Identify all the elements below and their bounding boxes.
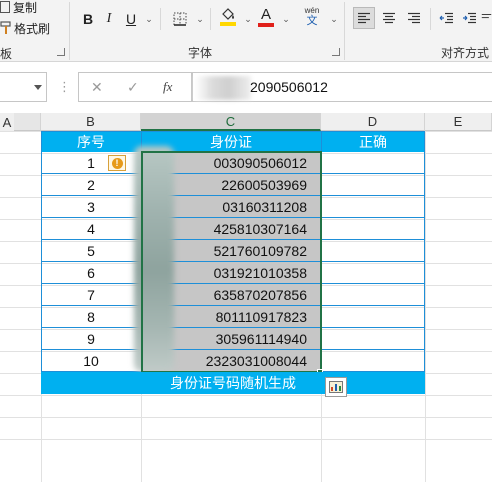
- copy-icon: [0, 1, 10, 13]
- fill-color-button[interactable]: [218, 6, 238, 28]
- font-color-dropdown-icon[interactable]: ⌄: [281, 8, 291, 30]
- phonetic-dropdown-icon[interactable]: ⌄: [329, 8, 339, 30]
- correct-cell[interactable]: [321, 284, 425, 306]
- formula-bar: ⋮ ✕ ✓ fx 2090506012: [0, 70, 492, 106]
- seq-cell[interactable]: 2: [41, 174, 141, 196]
- fill-dropdown-icon[interactable]: ⌄: [243, 8, 253, 30]
- ribbon-separator: [210, 8, 211, 30]
- formula-redacted-region: [195, 76, 251, 100]
- border-dropdown-icon[interactable]: ⌄: [195, 8, 205, 30]
- phonetic-icon: 文: [306, 15, 318, 27]
- correct-cell[interactable]: [321, 174, 425, 196]
- correct-cell[interactable]: [321, 328, 425, 350]
- align-center-icon: [383, 12, 395, 24]
- ribbon-separator: [160, 8, 161, 30]
- phonetic-button[interactable]: wén 文: [300, 6, 324, 28]
- formula-buttons: ✕ ✓ fx: [78, 72, 192, 102]
- column-header-e[interactable]: E: [425, 113, 492, 131]
- italic-button[interactable]: I: [100, 8, 118, 30]
- wrap-text-button[interactable]: [481, 7, 492, 29]
- font-color-swatch: [258, 22, 274, 27]
- seq-cell[interactable]: 9: [41, 328, 141, 350]
- font-launcher-icon[interactable]: [332, 48, 340, 56]
- format-painter-button[interactable]: 格式刷: [0, 17, 56, 39]
- font-group-label: 字体: [188, 46, 213, 60]
- font-color-icon: A: [260, 5, 271, 23]
- underline-dropdown-icon[interactable]: ⌄: [144, 8, 154, 30]
- fill-color-swatch: [220, 22, 236, 26]
- seq-cell[interactable]: 4: [41, 218, 141, 240]
- decrease-indent-icon: [439, 12, 453, 24]
- correct-cell[interactable]: [321, 306, 425, 328]
- error-check-button[interactable]: !: [108, 155, 126, 171]
- clipboard-group-label: 板: [0, 47, 13, 61]
- correct-cell[interactable]: [321, 240, 425, 262]
- header-cell-seq[interactable]: 序号: [41, 131, 141, 152]
- align-center-button[interactable]: [378, 7, 400, 29]
- grid-row-line: [0, 395, 492, 396]
- align-right-button[interactable]: [403, 7, 425, 29]
- enter-icon[interactable]: ✓: [127, 79, 139, 96]
- column-header-d[interactable]: D: [321, 113, 425, 131]
- table-col-border: [321, 131, 322, 372]
- correct-cell[interactable]: [321, 152, 425, 174]
- correct-cell[interactable]: [321, 196, 425, 218]
- seq-cell[interactable]: 5: [41, 240, 141, 262]
- formula-content: 2090506012: [250, 79, 328, 95]
- quick-analysis-icon: [329, 381, 343, 393]
- seq-cell[interactable]: 1: [41, 152, 141, 174]
- bold-button[interactable]: B: [78, 8, 98, 30]
- table-footer: 身份证号码随机生成: [41, 372, 425, 394]
- ribbon-separator: [430, 8, 431, 30]
- decrease-indent-button[interactable]: [436, 7, 456, 29]
- align-left-button[interactable]: [353, 7, 375, 29]
- align-right-icon: [408, 12, 420, 24]
- increase-indent-icon: [462, 12, 476, 24]
- copy-label: 复制: [13, 0, 38, 15]
- paint-bucket-icon: [222, 8, 234, 20]
- cancel-icon[interactable]: ✕: [91, 79, 103, 96]
- ribbon: 复制 格式刷 板 B I U ⌄ ⌄ ⌄ A ⌄ wén 文 ⌄ 字体 对齐方式: [0, 0, 492, 62]
- seq-cell[interactable]: 6: [41, 262, 141, 284]
- correct-cell[interactable]: [321, 218, 425, 240]
- format-painter-label: 格式刷: [14, 21, 51, 36]
- grid-row-line: [0, 417, 492, 418]
- border-button[interactable]: [170, 8, 190, 30]
- ribbon-separator: [69, 2, 70, 60]
- seq-cell[interactable]: 10: [41, 350, 141, 372]
- seq-cell[interactable]: 7: [41, 284, 141, 306]
- formula-bar-dots-icon[interactable]: ⋮: [58, 79, 71, 95]
- border-icon: [173, 12, 187, 26]
- seq-cell[interactable]: 3: [41, 196, 141, 218]
- column-header-a[interactable]: A: [0, 113, 14, 131]
- formula-input[interactable]: 2090506012: [192, 72, 492, 102]
- alignment-group-label: 对齐方式: [441, 46, 490, 60]
- seq-cell[interactable]: 8: [41, 306, 141, 328]
- clipboard-launcher-icon[interactable]: [57, 48, 65, 56]
- grid-col-line: [425, 131, 426, 482]
- correct-cell[interactable]: [321, 350, 425, 372]
- underline-button[interactable]: U: [122, 8, 140, 30]
- wrap-text-icon: [481, 13, 492, 19]
- correct-cell[interactable]: [321, 262, 425, 284]
- phonetic-top: wén: [304, 6, 320, 15]
- align-left-icon: [358, 12, 370, 24]
- quick-analysis-button[interactable]: [325, 377, 347, 397]
- grid-row-line: [0, 439, 492, 440]
- column-header-c[interactable]: C: [141, 113, 321, 131]
- warning-icon: !: [111, 157, 123, 169]
- insert-function-icon[interactable]: fx: [163, 79, 172, 95]
- redacted-region: [134, 146, 174, 372]
- copy-button[interactable]: 复制: [0, 0, 46, 18]
- header-cell-correct[interactable]: 正确: [321, 131, 425, 152]
- increase-indent-button[interactable]: [459, 7, 479, 29]
- column-header-b[interactable]: B: [41, 113, 141, 131]
- name-box[interactable]: [0, 72, 47, 102]
- name-box-dropdown-icon[interactable]: [34, 85, 42, 90]
- format-painter-icon: [0, 21, 11, 34]
- font-color-button[interactable]: A: [256, 6, 276, 28]
- ribbon-separator: [344, 2, 345, 60]
